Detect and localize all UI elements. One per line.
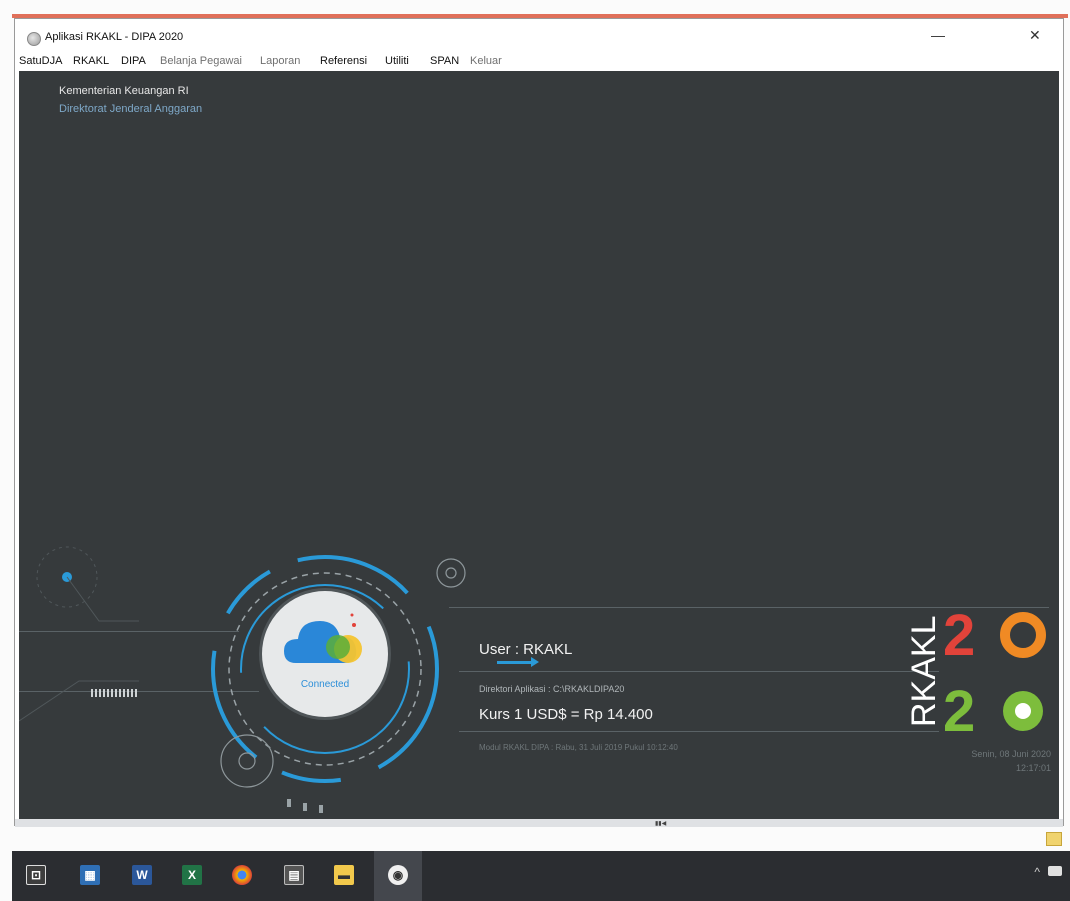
menu-belanja-pegawai[interactable]: Belanja Pegawai bbox=[160, 55, 242, 67]
menu-keluar[interactable]: Keluar bbox=[470, 55, 502, 67]
rkakl-2020-logo: RKAKL 2 2 bbox=[905, 603, 1046, 739]
gear-icon bbox=[436, 558, 466, 588]
connected-label: Connected bbox=[300, 679, 350, 690]
chrome-icon[interactable] bbox=[232, 865, 252, 885]
logo-ring-top bbox=[1000, 612, 1046, 658]
cloud-icon bbox=[284, 613, 362, 663]
word-icon[interactable]: W bbox=[132, 865, 152, 885]
logo-digit-top: 2 bbox=[943, 603, 975, 668]
menu-utiliti[interactable]: Utiliti bbox=[385, 55, 409, 67]
gear-icon bbox=[220, 734, 274, 788]
main-dashboard: Kementerian Keuangan RI Direktorat Jende… bbox=[19, 71, 1059, 819]
date-label: Senin, 08 Juni 2020 bbox=[971, 749, 1051, 759]
notification-icon[interactable] bbox=[1046, 832, 1062, 846]
menu-satudja[interactable]: SatuDJA bbox=[19, 55, 62, 67]
logo-vertical-text: RKAKL bbox=[905, 616, 943, 728]
menu-laporan[interactable]: Laporan bbox=[260, 55, 300, 67]
calculator-icon[interactable]: ▤ bbox=[284, 865, 304, 885]
app-icon bbox=[27, 32, 41, 46]
rkakl-app-icon[interactable]: ◉ bbox=[388, 865, 408, 885]
org-directorate: Direktorat Jenderal Anggaran bbox=[59, 103, 203, 115]
time-label: 12:17:01 bbox=[1015, 763, 1051, 773]
scroll-handle-icon[interactable]: ▮▮◀ bbox=[655, 820, 666, 827]
menu-rkakl[interactable]: RKAKL bbox=[73, 55, 109, 67]
app-window: Aplikasi RKAKL - DIPA 2020 — ✕ SatuDJA R… bbox=[14, 18, 1064, 827]
window-title: Aplikasi RKAKL - DIPA 2020 bbox=[45, 31, 184, 43]
circuit-decoration bbox=[19, 546, 466, 813]
minimize-button[interactable]: — bbox=[931, 27, 945, 43]
menu-span[interactable]: SPAN bbox=[430, 55, 459, 67]
calendar-app-icon[interactable]: ▦ bbox=[80, 865, 100, 885]
directory-label: Direktori Aplikasi : C:\RKAKLDIPA20 bbox=[479, 684, 625, 694]
module-version-label: Modul RKAKL DIPA : Rabu, 31 Juli 2019 Pu… bbox=[479, 743, 678, 752]
menu-dipa[interactable]: DIPA bbox=[121, 55, 146, 67]
title-bar[interactable]: Aplikasi RKAKL - DIPA 2020 — ✕ bbox=[15, 19, 1063, 53]
circuit-line bbox=[459, 731, 939, 732]
tray-chevron-icon[interactable]: ^ bbox=[1034, 865, 1040, 879]
status-bar: ▮▮◀ bbox=[15, 819, 1063, 827]
speaker-icon[interactable] bbox=[1048, 866, 1062, 876]
connection-status: Connected bbox=[262, 591, 388, 717]
desktop: Aplikasi RKAKL - DIPA 2020 — ✕ SatuDJA R… bbox=[0, 0, 1070, 901]
menu-bar: SatuDJA RKAKL DIPA Belanja Pegawai Lapor… bbox=[15, 53, 1063, 71]
org-ministry: Kementerian Keuangan RI bbox=[59, 85, 189, 97]
file-explorer-icon[interactable]: ▬ bbox=[334, 865, 354, 885]
exchange-rate-label: Kurs 1 USD$ = Rp 14.400 bbox=[479, 706, 653, 723]
barcode-stripes-icon bbox=[91, 689, 137, 697]
excel-icon[interactable]: X bbox=[182, 865, 202, 885]
store-icon[interactable]: ⊡ bbox=[26, 865, 46, 885]
logo-digit-bottom: 2 bbox=[943, 679, 975, 739]
taskbar: ⊡ ▦ W X ▤ ▬ ◉ ^ bbox=[12, 851, 1070, 901]
arrow-right-icon bbox=[497, 657, 539, 667]
menu-referensi[interactable]: Referensi bbox=[320, 55, 367, 67]
close-button[interactable]: ✕ bbox=[1029, 27, 1041, 44]
user-label: User : RKAKL bbox=[479, 641, 573, 658]
circuit-line bbox=[459, 671, 939, 672]
